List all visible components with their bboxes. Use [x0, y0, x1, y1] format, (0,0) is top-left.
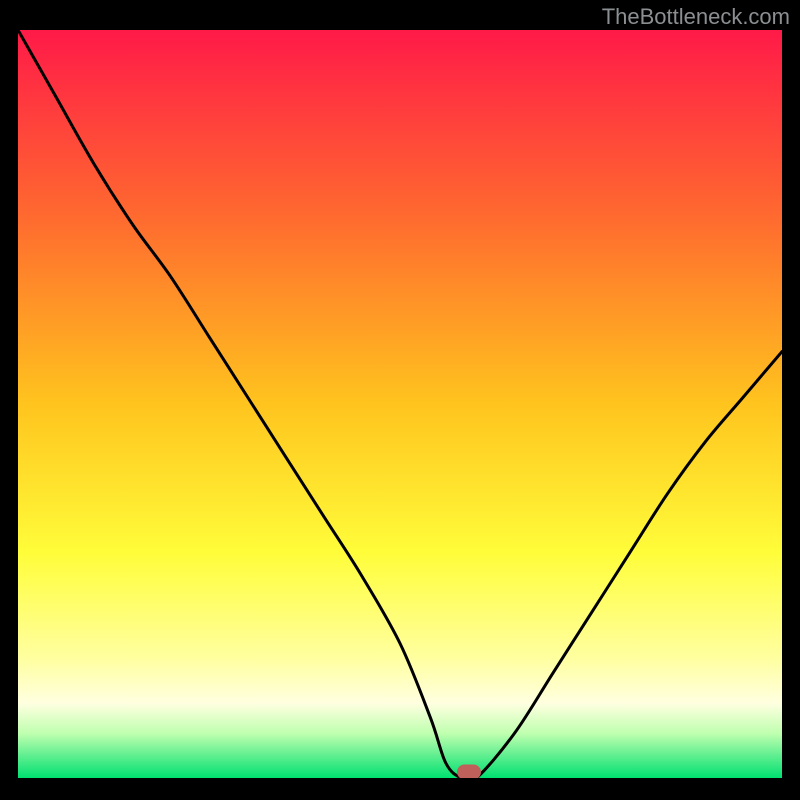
watermark-text: TheBottleneck.com — [602, 4, 790, 30]
plot-area — [18, 30, 782, 778]
bottleneck-curve — [18, 30, 782, 778]
chart-frame: TheBottleneck.com — [0, 0, 800, 800]
optimal-point-marker — [457, 765, 481, 779]
